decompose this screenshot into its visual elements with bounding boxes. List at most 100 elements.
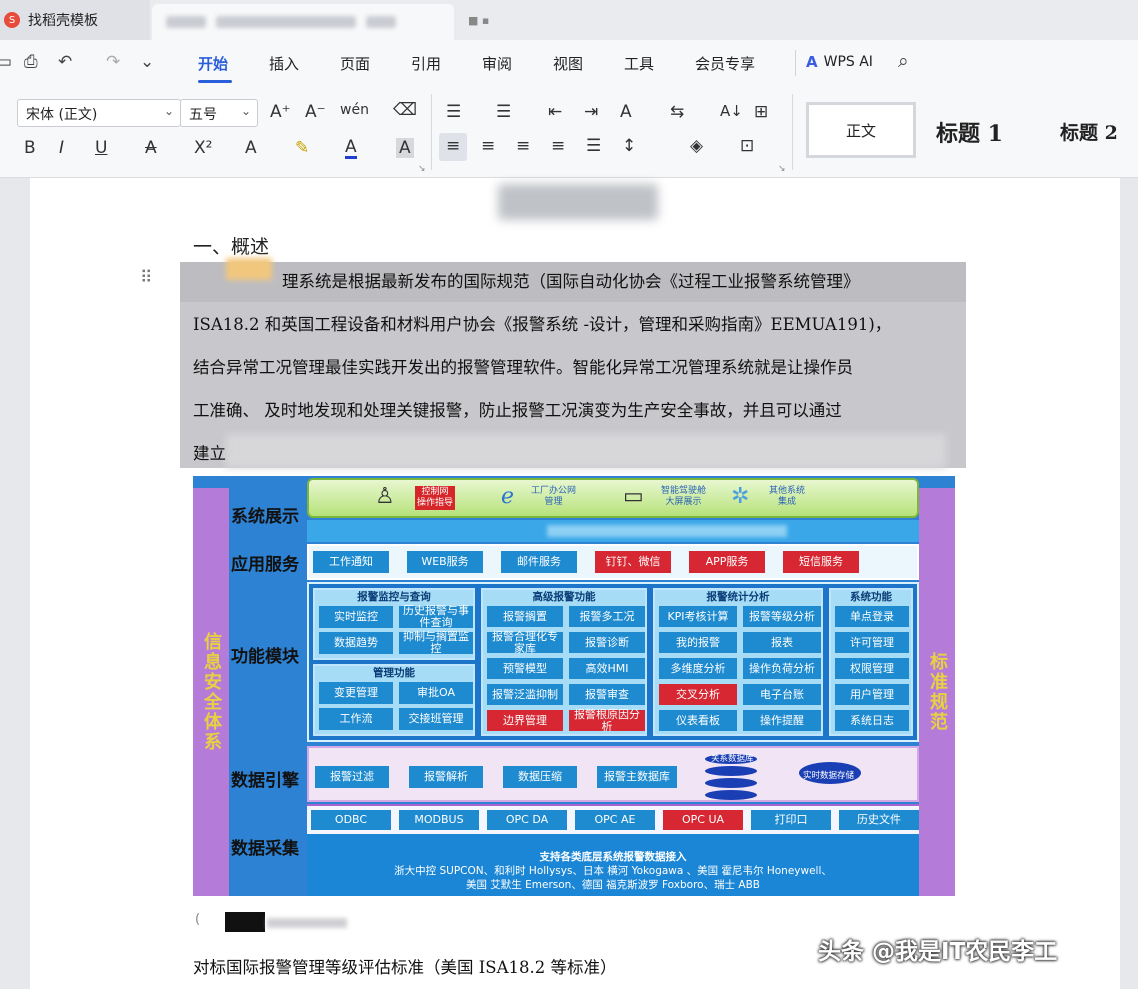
redo-icon[interactable]: ↷ — [106, 52, 120, 72]
align-center-icon[interactable]: ≡ — [481, 136, 495, 156]
redacted-doc-title — [498, 184, 658, 220]
menu-insert[interactable]: 插入 — [269, 53, 299, 74]
border-icon[interactable]: ⊡ — [740, 136, 754, 156]
standards-band-label: 标准规范 — [927, 652, 948, 732]
line-spacing-icon[interactable]: ↕ — [622, 136, 636, 156]
font-color-icon[interactable]: A — [345, 138, 357, 159]
redacted-doc-name — [366, 16, 396, 28]
paragraph-line-3: 结合异常工况管理最佳实践开发出的报警管理软件。智能化异常工况管理系统就是让操作员 — [193, 358, 853, 377]
app-service-box: 钉钉、微信 — [595, 551, 671, 573]
image-caption: ( — [195, 912, 347, 932]
engine-box: 报警主数据库 — [597, 766, 677, 788]
style-normal[interactable]: 正文 — [806, 102, 916, 158]
network-icon: ✲ — [731, 484, 750, 509]
watermark: 头条 @我是IT农民李工 — [818, 939, 1058, 965]
menu-tools[interactable]: 工具 — [624, 53, 654, 74]
function-box: 报警多工况 — [569, 606, 645, 627]
group-manage-title: 管理功能 — [373, 667, 415, 679]
print-preview-icon[interactable]: ⎙ — [24, 52, 38, 72]
ribbon: 宋体 (正文) ⌄ 五号 ⌄ A⁺ A⁻ wén ⌫ B I U A X² A … — [0, 86, 1138, 178]
grow-font-icon[interactable]: A⁺ — [270, 102, 291, 122]
increase-indent-icon[interactable]: ⇥ — [584, 102, 598, 122]
function-box: 变更管理 — [319, 682, 393, 704]
function-box: 操作提醒 — [743, 710, 821, 731]
align-left-icon[interactable]: ≡ — [446, 136, 460, 156]
chevron-down-icon: ⌄ — [163, 104, 174, 118]
group-advanced: 高级报警功能 报警搁置 报警多工况 报警合理化专家库 报警诊断 预警模型 高效HMI 报警泛… — [481, 588, 647, 736]
bold-icon[interactable]: B — [24, 138, 36, 158]
engine-box: 报警解析 — [409, 766, 483, 788]
protocol-box: 历史文件 — [839, 810, 919, 830]
italic-icon[interactable]: I — [59, 138, 64, 158]
app-service-box: 工作通知 — [313, 551, 389, 573]
wps-ai-button[interactable]: A WPS AI — [806, 53, 873, 71]
chinese-layout-icon[interactable]: A — [620, 102, 632, 122]
numbering-icon[interactable]: ☰ — [496, 102, 511, 122]
underline-icon[interactable]: U — [95, 138, 107, 158]
layer-label-function: 功能模块 — [231, 647, 299, 667]
menu-review[interactable]: 审阅 — [482, 53, 512, 74]
function-box: KPI考核计算 — [659, 606, 737, 627]
undo-icon[interactable]: ↶ — [58, 52, 72, 72]
menu-member[interactable]: 会员专享 — [695, 53, 755, 74]
group-manage: 管理功能 变更管理 审批OA 工作流 交接班管理 — [313, 664, 475, 736]
function-box: 仪表看板 — [659, 710, 737, 731]
more-icon[interactable]: ⌄ — [140, 52, 154, 72]
distribute-icon[interactable]: ☰ — [586, 136, 601, 156]
tab-document[interactable] — [152, 4, 454, 40]
bullets-icon[interactable]: ☰ — [446, 102, 461, 122]
align-right-icon[interactable]: ≡ — [516, 136, 530, 156]
protocol-box: 打印口 — [751, 810, 831, 830]
function-box: 报表 — [743, 632, 821, 653]
superscript-icon[interactable]: X² — [194, 138, 212, 158]
function-layer: 报警监控与查询 实时监控 历史报警与事件查询 数据趋势 抑制与搁置监控 管理功能 变更… — [307, 582, 919, 742]
justify-icon[interactable]: ≡ — [551, 136, 565, 156]
strikethrough-icon[interactable]: A — [145, 138, 157, 158]
style-heading-2[interactable]: 标题 2 — [1060, 118, 1118, 145]
font-size-select[interactable]: 五号 ⌄ — [180, 99, 258, 127]
text-direction-icon[interactable]: ⇆ — [670, 102, 684, 122]
collect-layer: ODBC MODBUS OPC DA OPC AE OPC UA 打印口 历史文件 支持各类… — [307, 804, 919, 896]
style-heading-1[interactable]: 标题 1 — [936, 116, 1003, 148]
file-icon[interactable]: ▭ — [0, 52, 12, 72]
group-stats-title: 报警统计分析 — [706, 591, 770, 603]
redacted-caption — [225, 912, 265, 932]
font-name-select[interactable]: 宋体 (正文) ⌄ — [17, 99, 181, 127]
char-shading-icon[interactable]: A — [396, 138, 414, 158]
shrink-font-icon[interactable]: A⁻ — [305, 102, 326, 122]
group-monitor: 报警监控与查询 实时监控 历史报警与事件查询 数据趋势 抑制与搁置监控 — [313, 588, 475, 660]
protocol-box: OPC UA — [663, 810, 743, 830]
wps-ai-label: WPS AI — [823, 54, 873, 70]
text-effect-icon[interactable]: A — [245, 138, 257, 158]
clear-format-icon[interactable]: ⌫ — [393, 100, 417, 120]
function-box: 报警合理化专家库 — [487, 631, 563, 654]
menu-page[interactable]: 页面 — [340, 53, 370, 74]
function-box: 许可管理 — [835, 632, 909, 653]
function-box: 报警搁置 — [487, 606, 563, 627]
menu-start[interactable]: 开始 — [198, 53, 228, 74]
tab-extra-icon[interactable]: ■ ▪ — [468, 14, 489, 27]
decrease-indent-icon[interactable]: ⇤ — [548, 102, 562, 122]
font-name-value: 宋体 (正文) — [26, 107, 98, 123]
redacted-doc-name — [166, 16, 206, 28]
function-box: 报警根原因分析 — [569, 709, 645, 732]
paragraph-dialog-launcher-icon[interactable]: ↘ — [778, 164, 786, 174]
realtime-db-label: 实时数据存储 — [803, 771, 855, 781]
phonetic-guide-icon[interactable]: wén — [340, 102, 369, 118]
paragraph-line-1: 理系统是根据最新发布的国际规范（国际自动化协会《过程工业报警系统管理》 — [282, 272, 860, 291]
menu-view[interactable]: 视图 — [553, 53, 583, 74]
protocol-box: OPC DA — [487, 810, 567, 830]
function-box: 抑制与搁置监控 — [399, 631, 473, 654]
tab-templates[interactable]: S 找稻壳模板 — [0, 0, 150, 40]
paragraph-shading-icon[interactable]: ◈ — [690, 136, 703, 156]
standards-band: 标准规范 — [919, 488, 955, 896]
collect-text-line: 支持各类底层系统报警数据接入 — [539, 851, 687, 863]
menu-references[interactable]: 引用 — [411, 53, 441, 74]
show-grid-icon[interactable]: ⊞ — [754, 102, 768, 122]
sort-icon[interactable]: A↓ — [720, 102, 743, 120]
relational-db-label: 关系数据库 — [711, 754, 754, 764]
font-dialog-launcher-icon[interactable]: ↘ — [418, 164, 426, 174]
drag-handle-icon[interactable]: ⠿ — [140, 268, 153, 288]
search-icon[interactable]: ⌕ — [898, 50, 909, 72]
highlight-icon[interactable]: ✎ — [295, 138, 309, 158]
